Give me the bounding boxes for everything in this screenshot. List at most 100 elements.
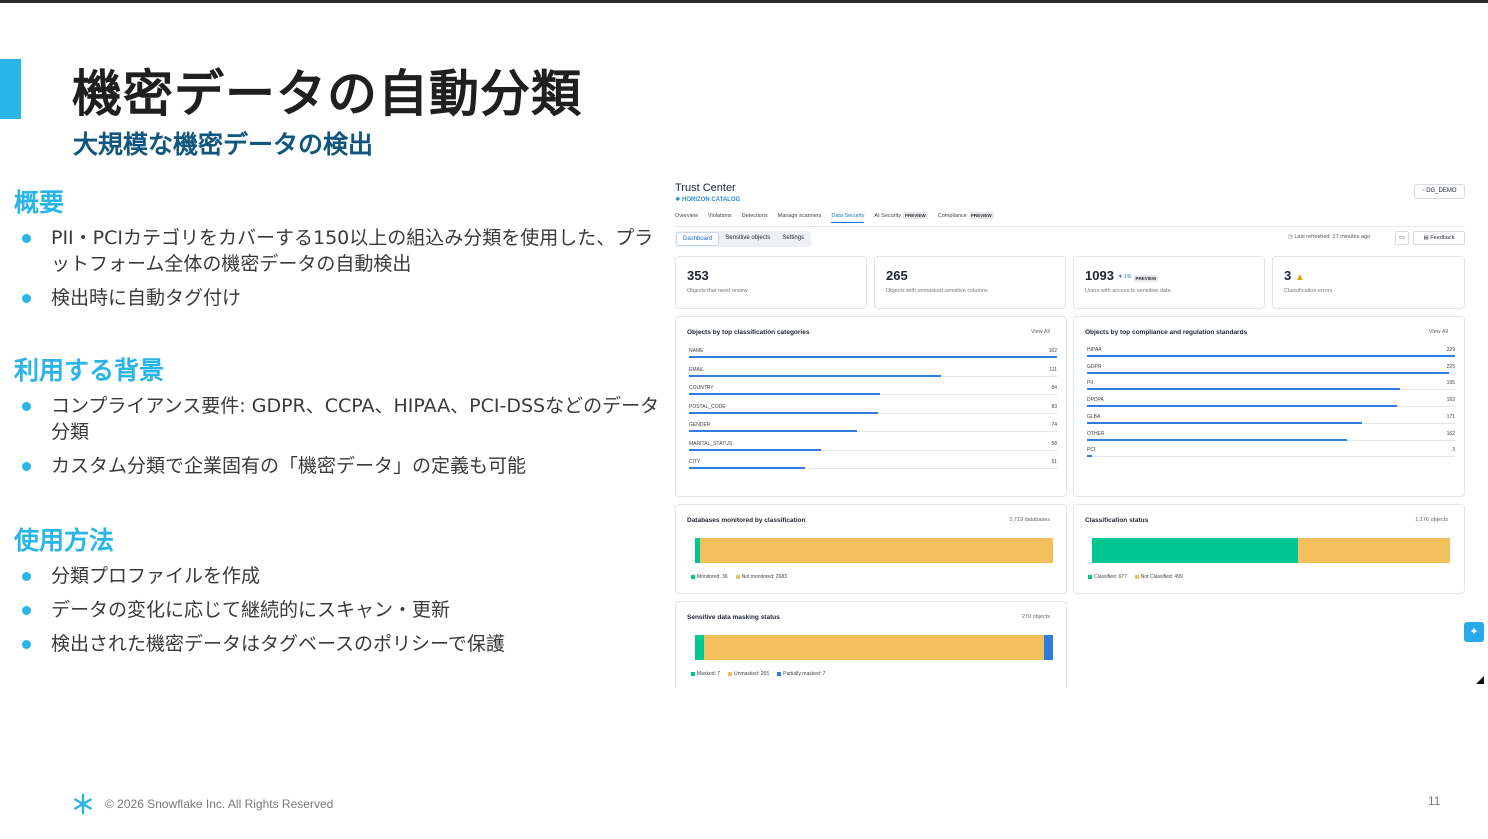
- bullet-item: データの変化に応じて継続的にスキャン・更新: [14, 597, 664, 623]
- bullet-dot: [22, 234, 31, 243]
- view-all-link[interactable]: View All: [1031, 329, 1050, 335]
- bullet-text: PII・PCIカテゴリをカバーする150以上の組込み分類を使用した、プラットフォ…: [51, 227, 654, 275]
- database-selector[interactable]: ◦ DG_DEMO: [1414, 184, 1465, 199]
- stack-segment[interactable]: [1044, 635, 1053, 660]
- warning-icon: ▲: [1294, 272, 1305, 283]
- subtab-sensitive-objects[interactable]: Sensitive objects: [719, 232, 776, 246]
- tab-manage-scanners[interactable]: Manage scanners: [778, 213, 822, 223]
- kpi-value: 353: [687, 268, 709, 283]
- bar-fill: [1087, 405, 1398, 408]
- preview-badge: PREVIEW: [968, 212, 994, 219]
- refresh-button[interactable]: ▭: [1395, 231, 1409, 245]
- stack-segment[interactable]: [1092, 538, 1299, 563]
- app-title: Trust Center: [675, 182, 736, 194]
- stack-segment[interactable]: [695, 635, 704, 660]
- snowflake-logo-icon: [74, 793, 92, 815]
- stack-segment[interactable]: [703, 635, 1044, 660]
- legend-text: Not Classified: 499: [1140, 574, 1183, 580]
- bullet-list: 分類プロファイルを作成 データの変化に応じて継続的にスキャン・更新 検出された機…: [14, 563, 664, 657]
- databases-monitored-card: Databases monitored by classification 2,…: [675, 504, 1067, 594]
- databases-stacked-bar: [695, 538, 1053, 563]
- bar-label: GENDER: [689, 422, 711, 428]
- brand-text: HORIZON CATALOG: [682, 197, 741, 203]
- tab-ai-security[interactable]: AI Security PREVIEW: [874, 212, 928, 223]
- feedback-button[interactable]: ▤ Feedback: [1413, 231, 1465, 245]
- kpi-card-unmasked[interactable]: 265 Objects with unmasked sensitive colu…: [874, 256, 1066, 309]
- classification-status-card: Classification status 1,176 objects Clas…: [1073, 504, 1465, 594]
- view-all-link[interactable]: View All: [1429, 329, 1448, 335]
- legend-text: Unmasked: 265: [734, 671, 770, 677]
- bar-label: EMAIL: [689, 366, 705, 373]
- kpi-card-review[interactable]: 353 Objects that need review: [675, 256, 867, 309]
- bar-fill: [1087, 355, 1455, 357]
- card-title: Classification status: [1085, 517, 1149, 524]
- bar-fill: [1087, 438, 1348, 441]
- bullet-item: 検出時に自動タグ付け: [14, 285, 664, 311]
- classification-categories-card: Objects by top classification categories…: [675, 316, 1067, 497]
- kpi-card-users[interactable]: 1093 ▼ 1% PREVIEW Users with access to sen…: [1073, 256, 1265, 309]
- bar-label: NAME: [689, 348, 704, 354]
- subtab-dashboard[interactable]: Dashboard: [676, 232, 720, 246]
- title-accent-bar: [0, 59, 21, 119]
- stack-segment[interactable]: [699, 538, 1053, 563]
- tab-violations[interactable]: Violations: [708, 213, 732, 223]
- tab-detections[interactable]: Detections: [742, 213, 768, 223]
- bullet-text: 検出された機密データはタグベースのポリシーで保護: [51, 633, 505, 655]
- legend-text: Not monitored: 2683: [741, 574, 787, 580]
- bar-value: 3: [1452, 447, 1455, 454]
- bar-label: PII: [1087, 380, 1094, 387]
- bar-value: 162: [1446, 430, 1455, 437]
- assistant-button[interactable]: ✦: [1464, 622, 1484, 642]
- bar-value: 171: [1446, 413, 1455, 420]
- bullet-text: 分類プロファイルを作成: [51, 565, 261, 587]
- kpi-value: 3: [1284, 268, 1292, 283]
- legend-text: Partially masked: 7: [783, 671, 826, 677]
- subtab-settings[interactable]: Settings: [776, 232, 810, 246]
- bullet-dot: [22, 402, 31, 411]
- stack-segment[interactable]: [1298, 538, 1450, 563]
- kpi-value-wrap: 3 ▲: [1284, 268, 1305, 283]
- nav-tabs: Overview Violations Detections Manage sc…: [675, 212, 994, 223]
- top-border: [0, 0, 1488, 3]
- bar-fill: [1087, 455, 1092, 458]
- corner-marker: [1476, 676, 1484, 684]
- compliance-standards-card: Objects by top compliance and regulation…: [1073, 316, 1465, 497]
- bullet-dot: [22, 572, 31, 581]
- bar-label: OTHER: [1087, 430, 1105, 437]
- tab-data-security[interactable]: Data Security: [831, 213, 865, 223]
- bar-fill: [689, 467, 805, 469]
- page-number: 11: [1428, 794, 1441, 808]
- bullet-dot: [22, 294, 31, 303]
- card-total: 1,176 objects: [1415, 517, 1448, 523]
- legend-item: Partially masked: 7: [777, 671, 825, 677]
- bar-label: DPDPA: [1087, 397, 1104, 404]
- legend: Monitored: 36 Not monitored: 2683: [691, 574, 787, 580]
- bar-fill: [689, 430, 858, 432]
- tab-compliance[interactable]: Compliance PREVIEW: [938, 212, 994, 223]
- kpi-card-errors[interactable]: 3 ▲ Classification errors: [1272, 256, 1465, 309]
- preview-badge: PREVIEW: [1133, 275, 1159, 282]
- bar-label: COUNTRY: [689, 385, 714, 391]
- copyright-footer: © 2026 Snowflake Inc. All Rights Reserve…: [105, 797, 334, 811]
- bullet-text: コンプライアンス要件: GDPR、CCPA、HIPAA、PCI-DSSなどのデー…: [51, 395, 660, 443]
- legend-swatch: [691, 574, 695, 579]
- legend: Masked: 7 Unmasked: 265 Partially masked…: [691, 671, 825, 677]
- legend-item: Not Classified: 499: [1134, 574, 1183, 580]
- bar-value: 225: [1446, 363, 1455, 370]
- card-title: Objects by top compliance and regulation…: [1085, 329, 1248, 336]
- section-heading: 概要: [14, 188, 65, 217]
- legend-swatch: [1088, 574, 1092, 579]
- bar-label: GLBA: [1087, 413, 1101, 420]
- section-heading: 利用する背景: [14, 356, 165, 385]
- legend-text: Classified: 677: [1094, 574, 1127, 580]
- tab-overview[interactable]: Overview: [675, 213, 698, 223]
- legend-item: Unmasked: 265: [728, 671, 769, 677]
- section-overview: 概要 PII・PCIカテゴリをカバーする150以上の組込み分類を使用した、プラッ…: [14, 183, 664, 319]
- bar-value: 51: [1051, 459, 1057, 465]
- bullet-text: カスタム分類で企業固有の「機密データ」の定義も可能: [51, 455, 527, 477]
- masking-stacked-bar: [695, 635, 1053, 660]
- kpi-label: Objects with unmasked sensitive columns: [886, 288, 988, 294]
- card-title: Databases monitored by classification: [687, 517, 806, 524]
- card-total: 279 objects: [1021, 614, 1050, 620]
- legend-text: Monitored: 36: [697, 574, 728, 580]
